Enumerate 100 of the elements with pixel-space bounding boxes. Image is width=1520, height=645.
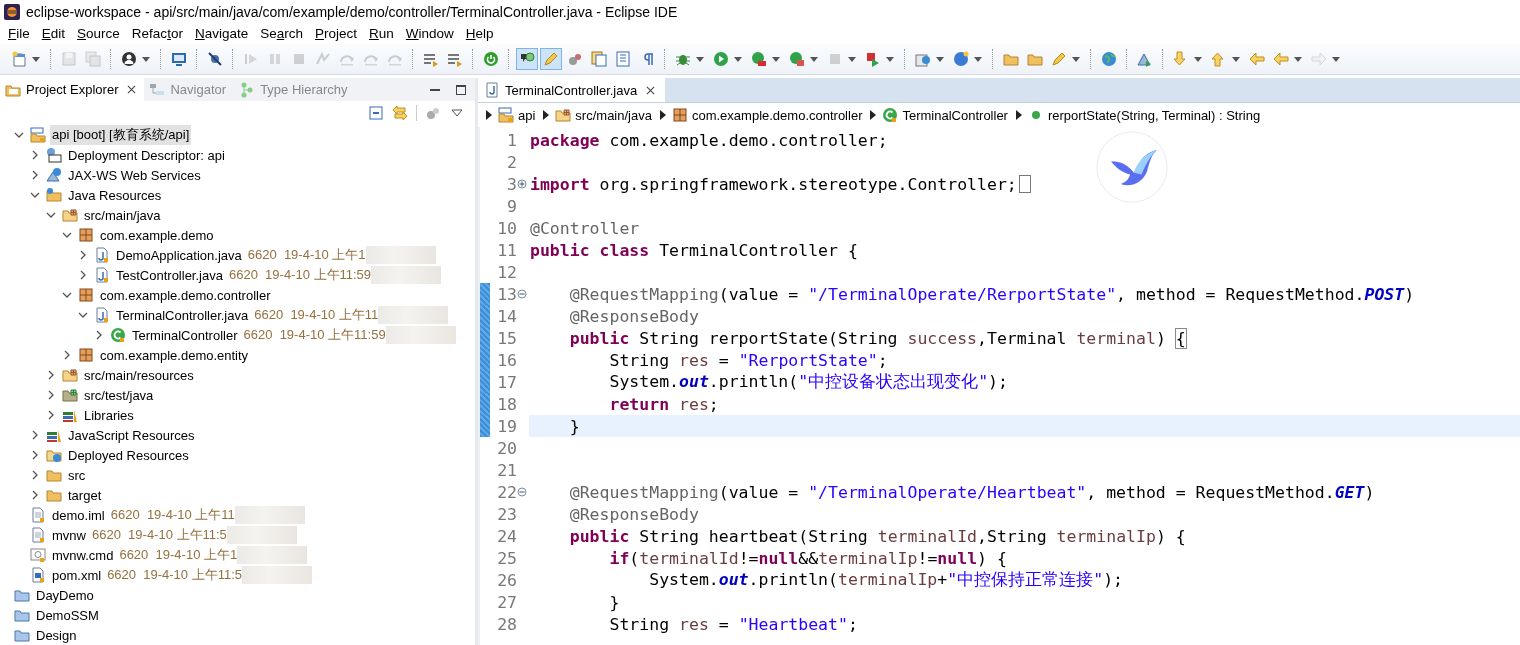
menu-item[interactable]: Window [399, 26, 460, 41]
tree-item[interactable]: mvnw.cmd [50, 546, 116, 564]
chevron-icon[interactable] [30, 470, 40, 480]
dropdown-caret-icon[interactable] [772, 56, 780, 62]
chevron-icon[interactable] [78, 270, 88, 280]
breadcrumb-item[interactable]: TerminalController [902, 107, 1008, 123]
chevron-icon[interactable] [78, 310, 88, 320]
tree-item[interactable]: com.example.demo [98, 226, 216, 244]
java-file-icon [484, 82, 500, 98]
tree-item[interactable]: pom.xml [50, 566, 104, 584]
chevron-icon[interactable] [46, 410, 56, 420]
line-number: 20 [496, 438, 517, 458]
maximize-icon[interactable] [455, 84, 467, 96]
chevron-icon[interactable] [14, 130, 24, 140]
file-details: 6620 19-4-10 上午11:5 [91, 526, 227, 544]
line-number: 25 [496, 548, 517, 568]
menu-item[interactable]: Search [254, 26, 309, 41]
menu-item[interactable]: Project [309, 26, 364, 41]
dropdown-caret-icon[interactable] [810, 56, 818, 62]
dropdown-caret-icon[interactable] [1232, 56, 1240, 62]
folder-icon [14, 627, 30, 643]
tree-item[interactable]: demo.iml [50, 506, 107, 524]
chevron-icon[interactable] [46, 210, 56, 220]
tree-item[interactable]: src/main/java [82, 206, 163, 224]
menu-item[interactable]: Run [363, 26, 400, 41]
chevron-icon[interactable] [46, 390, 56, 400]
chevron-icon[interactable] [94, 330, 104, 340]
tree-item[interactable]: DemoSSM [34, 606, 101, 624]
code-line: String res = "Heartbeat"; [608, 614, 858, 634]
breadcrumb-item[interactable]: api [518, 107, 536, 123]
chevron-icon[interactable] [78, 250, 88, 260]
tree-item[interactable]: DayDemo [34, 586, 96, 604]
line-number: 24 [496, 526, 517, 546]
close-icon[interactable] [127, 85, 137, 94]
chevron-icon[interactable] [30, 450, 40, 460]
breadcrumb-item[interactable]: com.example.demo.controller [691, 107, 863, 123]
collapse-all-icon[interactable] [368, 104, 384, 121]
chevron-icon[interactable] [30, 490, 40, 500]
pages-icon[interactable] [588, 48, 610, 70]
tree-item[interactable]: DemoApplication.java [114, 246, 244, 264]
dropdown-caret-icon[interactable] [974, 56, 982, 62]
file-details: 6620 19-4-10 上午11:59 [243, 326, 386, 344]
chevron-icon[interactable] [62, 230, 72, 240]
expand-icon[interactable] [517, 179, 527, 189]
editor-tab[interactable]: TerminalController.java [478, 78, 666, 102]
chevron-icon[interactable] [62, 350, 72, 360]
tree-item[interactable]: Design [34, 626, 79, 644]
package-icon [671, 107, 688, 123]
collapse-icon[interactable] [517, 487, 527, 497]
line-number: 23 [496, 504, 517, 524]
dropdown-caret-icon[interactable] [32, 56, 40, 62]
menu-item[interactable]: Navigate [188, 26, 255, 41]
tree-item[interactable]: Java Resources [66, 186, 164, 204]
chevron-icon[interactable] [30, 430, 40, 440]
tree-item[interactable]: JavaScript Resources [66, 426, 197, 444]
tree-item[interactable]: TestController.java [114, 266, 225, 284]
breadcrumb-item[interactable]: rerportState(String, Terminal) : String [1047, 107, 1261, 123]
close-icon[interactable] [646, 85, 656, 95]
chevron-icon[interactable] [30, 150, 40, 160]
chevron-icon[interactable] [30, 170, 40, 180]
dropdown-caret-icon[interactable] [1194, 56, 1202, 62]
folded-code-marker[interactable] [1018, 175, 1031, 193]
tree-item[interactable]: api [boot] [教育系统/api] [50, 125, 192, 145]
tree-item[interactable]: TerminalController.java [114, 306, 251, 324]
menu-item[interactable]: Refactor [125, 26, 189, 41]
tree-item[interactable]: com.example.demo.controller [98, 286, 273, 304]
chevron-icon[interactable] [30, 190, 40, 200]
chevron-icon[interactable] [46, 370, 56, 380]
dropdown-caret-icon[interactable] [886, 56, 894, 62]
tree-item[interactable]: src/main/resources [82, 366, 196, 384]
tree-item[interactable]: Deployment Descriptor: api [66, 146, 227, 164]
dropdown-caret-icon[interactable] [1294, 56, 1302, 62]
menu-item[interactable]: Edit [35, 26, 72, 41]
tree-item[interactable]: Libraries [82, 406, 136, 424]
line-number: 11 [496, 240, 517, 260]
tree-item[interactable]: src/test/java [82, 386, 156, 404]
view-tab[interactable]: Project Explorer [0, 78, 145, 101]
tree-item[interactable]: src [66, 466, 88, 484]
dropdown-caret-icon[interactable] [936, 56, 944, 62]
tree-item[interactable]: mvnw [50, 526, 88, 544]
menu-item[interactable]: File [2, 26, 36, 41]
menu-item[interactable]: Source [71, 26, 126, 41]
menu-item[interactable]: Help [459, 26, 500, 41]
breadcrumb-item[interactable]: src/main/java [575, 107, 652, 123]
dropdown-caret-icon[interactable] [142, 56, 150, 62]
tree-item[interactable]: TerminalController [130, 326, 240, 344]
tree-item[interactable]: target [66, 486, 104, 504]
line-number: 9 [506, 196, 517, 216]
collapse-icon[interactable] [517, 289, 527, 299]
tree-item[interactable]: com.example.demo.entity [98, 346, 251, 364]
tree-item[interactable]: Deployed Resources [66, 446, 191, 464]
dropdown-caret-icon[interactable] [734, 56, 742, 62]
dropdown-caret-icon[interactable] [696, 56, 704, 62]
link-arrows-icon[interactable] [392, 104, 408, 121]
chevron-icon[interactable] [62, 290, 72, 300]
line-number: 3 [506, 174, 517, 194]
source-folder-icon [62, 367, 78, 383]
tree-item[interactable]: JAX-WS Web Services [66, 166, 203, 184]
dropdown-caret-icon[interactable] [1072, 56, 1080, 62]
source-folder-icon [62, 207, 78, 223]
